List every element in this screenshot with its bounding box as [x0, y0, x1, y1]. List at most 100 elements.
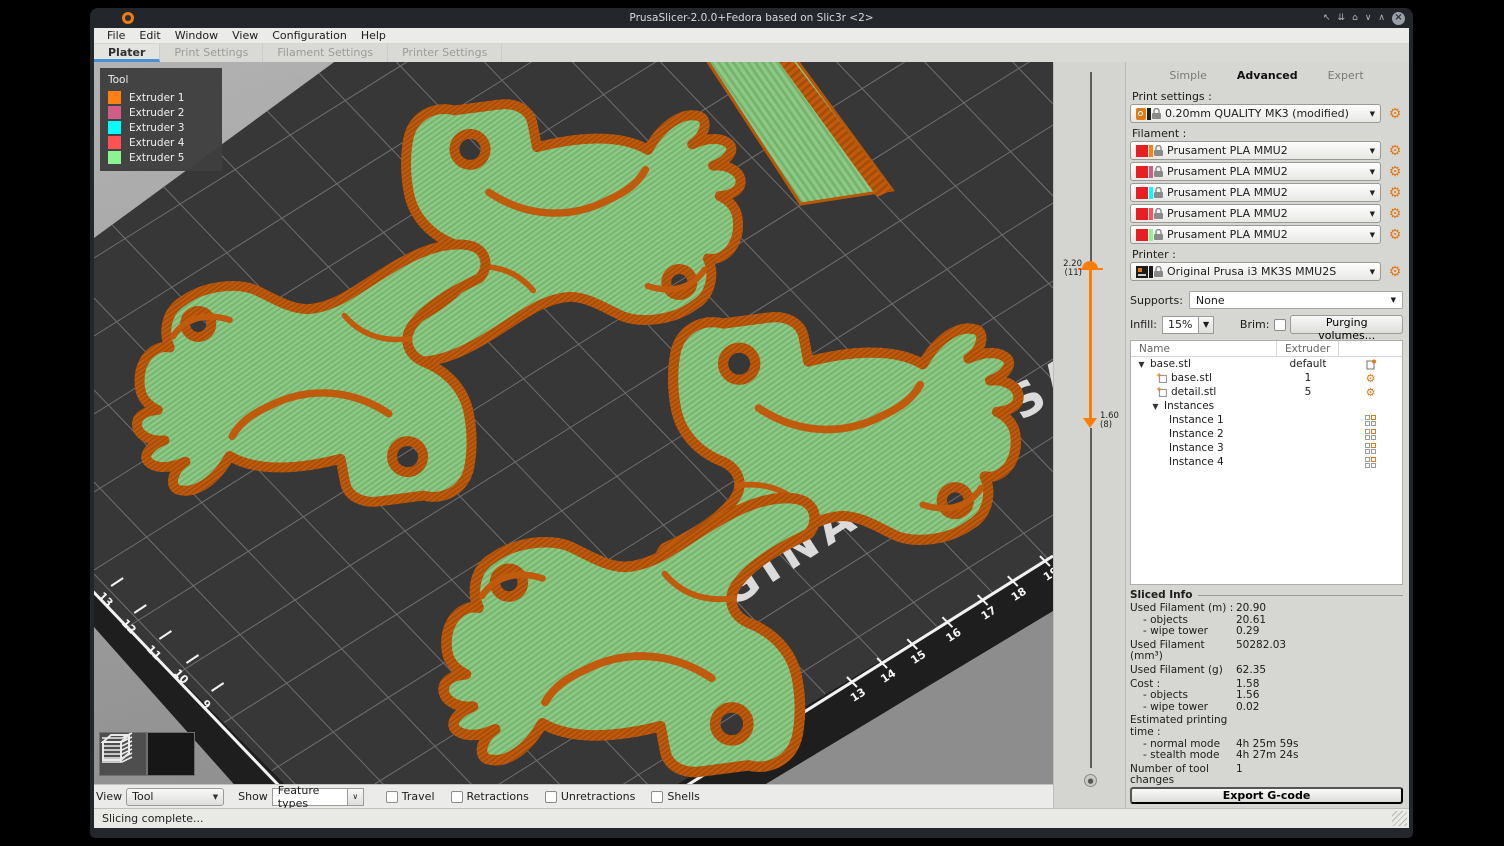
extruder-4-swatch: [108, 136, 121, 149]
status-bar: Slicing complete...: [94, 808, 1409, 828]
print-settings-select[interactable]: 0.20mm QUALITY MK3 (modified) ▼: [1130, 104, 1381, 123]
filament-4-swatch-icon: [1136, 208, 1163, 220]
tab-print-settings[interactable]: Print Settings: [160, 44, 263, 62]
instance-row-4[interactable]: Instance 4: [1131, 455, 1402, 469]
chevron-down-icon: ▼: [1370, 210, 1375, 218]
column-header-name[interactable]: Name: [1131, 341, 1277, 356]
instance-row-1[interactable]: Instance 1: [1131, 413, 1402, 427]
lower-icon[interactable]: ⇊: [1338, 14, 1346, 23]
menu-window[interactable]: Window: [168, 29, 225, 42]
filament-4-gear-icon[interactable]: ⚙: [1387, 207, 1403, 221]
menu-edit[interactable]: Edit: [132, 29, 167, 42]
menu-view[interactable]: View: [225, 29, 265, 42]
object-settings-icon[interactable]: [1366, 359, 1376, 370]
travel-checkbox[interactable]: [386, 791, 398, 803]
layers-view-button[interactable]: [147, 732, 195, 776]
expander-icon[interactable]: ▼: [1137, 360, 1146, 369]
close-icon[interactable]: ×: [1392, 12, 1405, 25]
filament-4-select[interactable]: Prusament PLA MMU2 ▼: [1130, 204, 1381, 223]
extruder-1-swatch: [108, 91, 121, 104]
tool-legend-title: Tool: [108, 74, 214, 86]
show-select[interactable]: Feature types: [272, 788, 348, 806]
3d-viewport[interactable]: 13121110913141516171819 ORIGINAL PRUSA T…: [94, 62, 1053, 784]
instances-icon: [1365, 429, 1376, 440]
chevron-down-icon: ▼: [1391, 296, 1396, 304]
instances-icon: [1365, 415, 1376, 426]
menu-file[interactable]: File: [100, 29, 132, 42]
menu-configuration[interactable]: Configuration: [265, 29, 354, 42]
rollup-icon[interactable]: ↖: [1323, 14, 1331, 23]
filament-2-select[interactable]: Prusament PLA MMU2 ▼: [1130, 162, 1381, 181]
layer-slider[interactable]: 2.20(11) 1.60(8) ●: [1053, 62, 1125, 808]
mode-tabs: Simple Advanced Expert: [1130, 69, 1403, 82]
title-bar[interactable]: PrusaSlicer-2.0.0+Fedora based on Slic3r…: [94, 8, 1409, 28]
filament-2-swatch-icon: [1136, 166, 1163, 178]
slider-upper-handle[interactable]: [1082, 261, 1098, 269]
column-header-extruder[interactable]: Extruder: [1277, 341, 1339, 356]
slider-lower-handle[interactable]: [1083, 418, 1097, 428]
filament-5-swatch-icon: [1136, 229, 1163, 241]
show-label: Show: [238, 790, 268, 803]
tool-legend: Tool Extruder 1 Extruder 2 Extruder 3 Ex…: [100, 68, 222, 171]
filament-1-select[interactable]: Prusament PLA MMU2 ▼: [1130, 141, 1381, 160]
object-row-base[interactable]: ▼base.stl default: [1131, 357, 1402, 371]
extruder-5-swatch: [108, 151, 121, 164]
show-select-arrow[interactable]: ∨: [348, 788, 364, 806]
filament-3-gear-icon[interactable]: ⚙: [1387, 186, 1403, 200]
brim-checkbox[interactable]: [1274, 319, 1286, 331]
unretractions-checkbox[interactable]: [545, 791, 557, 803]
extruder-3-swatch: [108, 121, 121, 134]
shells-checkbox[interactable]: [651, 791, 663, 803]
lock-icon: [1154, 229, 1163, 240]
filament-3-select[interactable]: Prusament PLA MMU2 ▼: [1130, 183, 1381, 202]
infill-select-arrow[interactable]: ▼: [1199, 316, 1214, 334]
instances-group-row[interactable]: ▼Instances: [1131, 399, 1402, 413]
one-layer-lock-icon[interactable]: ●: [1084, 774, 1097, 787]
lock-icon: [1154, 166, 1163, 177]
chevron-down-icon: ▼: [1370, 231, 1375, 239]
filament-2-gear-icon[interactable]: ⚙: [1387, 165, 1403, 179]
filament-5-gear-icon[interactable]: ⚙: [1387, 228, 1403, 242]
mode-expert[interactable]: Expert: [1328, 69, 1364, 82]
maximize-icon[interactable]: ⌂: [1352, 14, 1358, 23]
main-tabs: Plater Print Settings Filament Settings …: [94, 44, 1409, 62]
print-preset-icon: [1136, 108, 1161, 120]
resize-grip[interactable]: [1392, 811, 1407, 826]
add-part-icon: [1157, 373, 1167, 383]
tab-plater[interactable]: Plater: [94, 44, 160, 62]
infill-select[interactable]: 15%: [1162, 316, 1199, 334]
tab-filament-settings[interactable]: Filament Settings: [263, 44, 388, 62]
tab-printer-settings[interactable]: Printer Settings: [388, 44, 502, 62]
brim-label: Brim:: [1240, 318, 1270, 331]
minimize-icon[interactable]: ∨: [1365, 14, 1372, 23]
shade-icon[interactable]: ∧: [1378, 14, 1385, 23]
menu-help[interactable]: Help: [354, 29, 393, 42]
printer-gear-icon[interactable]: ⚙: [1387, 265, 1403, 279]
gear-icon[interactable]: ⚙: [1366, 387, 1376, 398]
part-row-base[interactable]: base.stl 1 ⚙: [1131, 371, 1402, 385]
part-row-detail[interactable]: detail.stl 5 ⚙: [1131, 385, 1402, 399]
retractions-checkbox[interactable]: [451, 791, 463, 803]
unretractions-checkbox-row: Unretractions: [545, 790, 636, 803]
expander-icon[interactable]: ▼: [1151, 402, 1160, 411]
gear-icon[interactable]: ⚙: [1366, 373, 1376, 384]
supports-label: Supports:: [1130, 294, 1183, 307]
filament-1-gear-icon[interactable]: ⚙: [1387, 144, 1403, 158]
instance-row-3[interactable]: Instance 3: [1131, 441, 1402, 455]
slider-track-upper[interactable]: [1090, 72, 1092, 270]
chevron-down-icon: ▼: [207, 793, 218, 801]
mode-advanced[interactable]: Advanced: [1237, 69, 1298, 82]
purging-volumes-button[interactable]: Purging volumes...: [1290, 315, 1403, 334]
supports-select[interactable]: None ▼: [1189, 291, 1403, 309]
filament-5-select[interactable]: Prusament PLA MMU2 ▼: [1130, 225, 1381, 244]
slider-track-selected[interactable]: [1089, 270, 1092, 424]
instance-row-2[interactable]: Instance 2: [1131, 427, 1402, 441]
slider-track-lower[interactable]: [1090, 428, 1092, 768]
infill-label: Infill:: [1130, 318, 1157, 331]
view-select[interactable]: Tool ▼: [126, 788, 224, 806]
export-gcode-button[interactable]: Export G-code: [1130, 787, 1403, 804]
printer-select[interactable]: Original Prusa i3 MK3S MMU2S ▼: [1130, 262, 1381, 281]
print-settings-gear-icon[interactable]: ⚙: [1387, 107, 1403, 121]
mode-simple[interactable]: Simple: [1169, 69, 1207, 82]
add-part-icon: [1157, 387, 1167, 397]
